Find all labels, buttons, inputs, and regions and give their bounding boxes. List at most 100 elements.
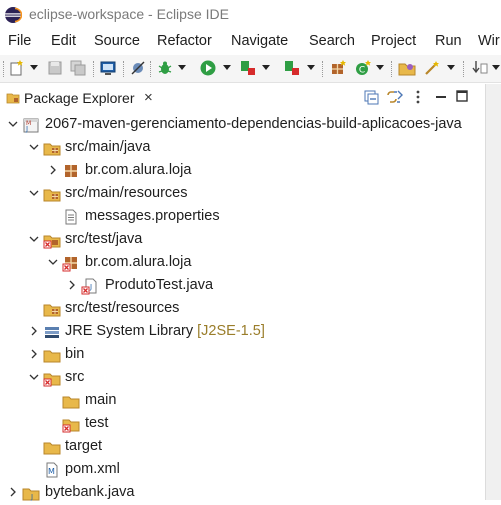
link-with-editor-icon[interactable] — [386, 89, 404, 105]
chevron-down-icon[interactable] — [47, 256, 59, 268]
svg-text:M: M — [48, 467, 55, 476]
chevron-right-icon[interactable] — [66, 279, 78, 291]
menu-edit[interactable]: Edit — [51, 33, 76, 49]
view-tab-label: Package Explorer — [24, 90, 135, 106]
source-folder-error-icon — [43, 235, 61, 249]
chevron-down-icon[interactable] — [7, 118, 19, 130]
toolbar-separator — [322, 61, 323, 77]
folder-error-icon — [43, 373, 61, 387]
menu-bar: File Edit Source Refactor Navigate Searc… — [0, 30, 501, 54]
folder-icon — [62, 396, 80, 409]
tree-label: ProdutoTest.java — [105, 277, 214, 293]
run-icon[interactable] — [199, 59, 217, 77]
save-icon[interactable] — [46, 59, 64, 77]
chevron-right-icon[interactable] — [7, 486, 19, 498]
chevron-right-icon[interactable] — [47, 164, 59, 176]
toolbar-separator — [93, 61, 94, 77]
new-icon[interactable] — [8, 59, 26, 77]
menu-run[interactable]: Run — [435, 33, 462, 49]
chevron-right-icon[interactable] — [28, 325, 40, 337]
menu-source[interactable]: Source — [94, 33, 140, 49]
tree-row-source-folder[interactable]: src/test/resources — [0, 298, 485, 321]
menu-navigate[interactable]: Navigate — [231, 33, 288, 49]
tree-row-project[interactable]: M J 2067-maven-gerenciamento-dependencia… — [0, 114, 485, 137]
menu-refactor[interactable]: Refactor — [157, 33, 212, 49]
terminal-icon[interactable] — [99, 59, 117, 77]
tree-label: src — [65, 369, 85, 385]
package-icon — [65, 165, 77, 177]
chevron-down-icon[interactable] — [28, 233, 40, 245]
toolbar-separator — [123, 61, 124, 77]
tree-row-folder[interactable]: main — [0, 390, 485, 413]
tree-label: src/test/resources — [65, 300, 180, 316]
save-all-icon[interactable] — [69, 59, 87, 77]
tree-label: bytebank.java — [45, 484, 135, 500]
tree-row-package[interactable]: br.com.alura.loja — [0, 252, 485, 275]
collapse-all-icon[interactable] — [363, 89, 379, 105]
tree-row-project[interactable]: J bytebank.java — [0, 482, 485, 505]
chevron-right-icon[interactable] — [28, 348, 40, 360]
chevron-down-icon[interactable] — [28, 187, 40, 199]
folder-icon — [43, 350, 61, 363]
tree-row-folder[interactable]: bin — [0, 344, 485, 367]
maximize-icon[interactable] — [455, 88, 469, 104]
java-project-icon: J — [22, 488, 40, 501]
tree-label: messages.properties — [85, 208, 220, 224]
menu-file[interactable]: File — [8, 33, 31, 49]
folder-icon — [43, 442, 61, 455]
close-icon[interactable]: × — [144, 90, 153, 105]
toolbar-separator — [391, 61, 392, 77]
tree-row-package[interactable]: br.com.alura.loja — [0, 160, 485, 183]
tree-label: test — [85, 415, 109, 431]
adjacent-view-edge — [486, 84, 501, 500]
tree-row-file[interactable]: messages.properties — [0, 206, 485, 229]
tree-label-text: JRE System Library — [65, 323, 194, 339]
search-wand-icon[interactable] — [423, 59, 441, 77]
run-dropdown-arrow[interactable] — [223, 65, 231, 70]
tree-row-source-folder[interactable]: src/main/java — [0, 137, 485, 160]
title-bar: eclipse-workspace - Eclipse IDE — [0, 0, 501, 30]
tree-label: br.com.alura.loja — [85, 162, 192, 178]
tree-row-library[interactable]: JRE System Library [J2SE-1.5] — [0, 321, 485, 344]
new-class-dropdown-arrow[interactable] — [376, 65, 384, 70]
menu-project[interactable]: Project — [371, 33, 416, 49]
tree-row-source-folder[interactable]: src/test/java — [0, 229, 485, 252]
search-dropdown-arrow[interactable] — [447, 65, 455, 70]
chevron-down-icon[interactable] — [28, 141, 40, 153]
tree-row-source-folder[interactable]: src/main/resources — [0, 183, 485, 206]
menu-search[interactable]: Search — [309, 33, 355, 49]
next-annotation-dropdown-arrow[interactable] — [492, 65, 500, 70]
open-type-icon[interactable] — [398, 59, 416, 77]
tree-row-java-file[interactable]: J ProdutoTest.java — [0, 275, 485, 298]
next-annotation-icon[interactable] — [471, 59, 489, 77]
tree-row-folder[interactable]: test — [0, 413, 485, 436]
coverage-dropdown-arrow[interactable] — [262, 65, 270, 70]
menu-window[interactable]: Wir — [478, 33, 500, 49]
tree-row-file[interactable]: M pom.xml — [0, 459, 485, 482]
skip-breakpoints-icon[interactable] — [129, 59, 147, 77]
tree-label: JRE System Library [J2SE-1.5] — [65, 323, 265, 339]
coverage-icon[interactable] — [239, 59, 257, 77]
chevron-down-icon[interactable] — [28, 371, 40, 383]
tab-package-explorer[interactable]: Package Explorer × — [0, 84, 166, 114]
package-error-icon — [62, 257, 77, 272]
tree-label: pom.xml — [65, 461, 120, 477]
tree-row-folder[interactable]: src — [0, 367, 485, 390]
debug-icon[interactable] — [156, 59, 174, 77]
tree-label: src/main/resources — [65, 185, 188, 201]
tree-label: bin — [65, 346, 85, 362]
main-toolbar: C — [0, 55, 501, 83]
new-dropdown-arrow[interactable] — [30, 65, 38, 70]
source-folder-icon — [43, 143, 61, 156]
maven-project-icon: M J — [23, 118, 39, 133]
view-menu-icon[interactable] — [414, 89, 422, 105]
external-tools-icon[interactable] — [283, 59, 301, 77]
external-tools-dropdown-arrow[interactable] — [307, 65, 315, 70]
minimize-icon[interactable] — [434, 89, 448, 105]
tree-row-folder[interactable]: target — [0, 436, 485, 459]
debug-dropdown-arrow[interactable] — [178, 65, 186, 70]
java-file-error-icon: J — [81, 278, 97, 295]
new-java-package-icon[interactable] — [329, 59, 347, 77]
new-java-class-icon[interactable]: C — [354, 59, 372, 77]
tree-label: src/main/java — [65, 139, 151, 155]
